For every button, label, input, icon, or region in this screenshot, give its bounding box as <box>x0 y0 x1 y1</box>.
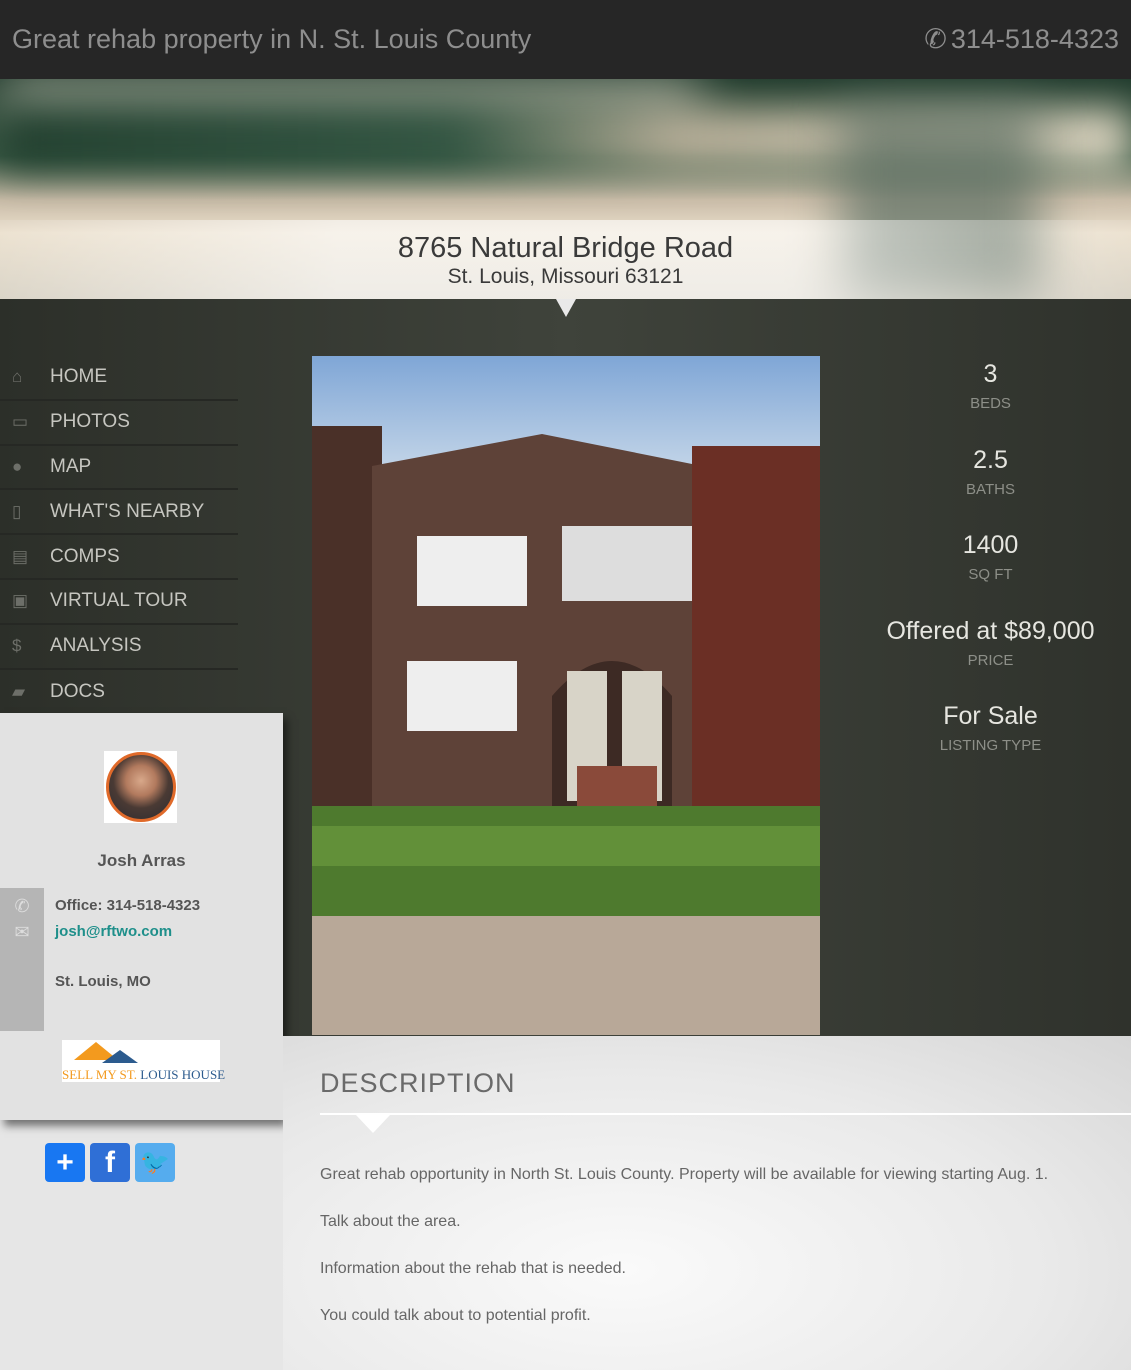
social-buttons: + f 🐦 <box>45 1143 175 1182</box>
nav-label: HOME <box>50 366 107 388</box>
stat-value: 3 <box>983 360 998 388</box>
header-phone-number: 314-518-4323 <box>950 24 1119 54</box>
description-paragraph: Talk about the area. <box>320 1213 461 1230</box>
stat-value: 1400 <box>962 531 1019 559</box>
twitter-button[interactable]: 🐦 <box>135 1143 175 1182</box>
nav-label: DOCS <box>50 680 105 702</box>
agent-email-link[interactable]: josh@rftwo.com <box>55 923 172 940</box>
nav-item-map[interactable]: ● MAP <box>0 446 238 491</box>
sidebar-nav: ⌂ HOME ▭ PHOTOS ● MAP ▯ WHAT'S NEARBY ▤ COMPS… <box>0 356 283 714</box>
stat-label: BATHS <box>966 480 1015 498</box>
nav-item-whats-nearby[interactable]: ▯ WHAT'S NEARBY <box>0 490 238 536</box>
facebook-button[interactable]: f <box>90 1143 130 1182</box>
stat-beds: 3 BEDS <box>850 356 1131 442</box>
stat-value: 2.5 <box>973 445 1008 474</box>
avatar <box>104 751 177 823</box>
divider <box>320 1113 1131 1115</box>
nav-label: WHAT'S NEARBY <box>50 500 205 522</box>
agent-office-phone[interactable]: Office: 314-518-4323 <box>55 897 200 914</box>
nav-label: VIRTUAL TOUR <box>50 590 188 612</box>
folder-open-icon: ▰ <box>12 681 26 701</box>
building-icon: ▯ <box>12 501 22 521</box>
document-icon: ▤ <box>12 546 29 566</box>
stat-value: Offered at $89,000 <box>886 616 1095 645</box>
stat-listing-type: For Sale LISTING TYPE <box>850 698 1131 784</box>
nav-label: COMPS <box>50 545 120 567</box>
agent-card: Josh Arras ✆ ✉ Office: 314-518-4323 josh@… <box>0 713 283 1120</box>
nav-item-comps[interactable]: ▤ COMPS <box>0 535 238 580</box>
stat-label: PRICE <box>967 651 1014 669</box>
facebook-icon: f <box>105 1145 115 1179</box>
video-icon: ▣ <box>12 591 29 611</box>
map-marker-icon: ● <box>12 456 23 476</box>
top-bar: Great rehab property in N. St. Louis Cou… <box>0 0 1131 79</box>
nav-item-photos[interactable]: ▭ PHOTOS <box>0 401 238 446</box>
nav-label: PHOTOS <box>50 411 130 433</box>
plus-icon: + <box>56 1145 74 1179</box>
stat-sqft: 1400 SQ FT <box>850 527 1131 613</box>
description-paragraph: Information about the rehab that is need… <box>320 1260 626 1277</box>
property-photo[interactable] <box>312 356 820 1035</box>
image-icon: ▭ <box>12 412 29 432</box>
twitter-icon: 🐦 <box>140 1149 170 1176</box>
dollar-icon: $ <box>12 636 22 656</box>
stat-baths: 2.5 BATHS <box>850 442 1131 528</box>
description-section: DESCRIPTION Great rehab opportunity in N… <box>283 1036 1131 1370</box>
description-paragraph: Great rehab opportunity in North St. Lou… <box>320 1166 1049 1183</box>
company-logo: SELL MY ST. LOUIS HOUSE <box>62 1040 225 1082</box>
agent-location: St. Louis, MO <box>55 973 151 990</box>
street-address: 8765 Natural Bridge Road <box>397 232 734 264</box>
stat-label: BEDS <box>970 395 1011 412</box>
description-paragraph: You could talk about to potential profit… <box>320 1307 591 1324</box>
hero-banner: 8765 Natural Bridge Road St. Louis, Miss… <box>0 79 1131 299</box>
nav-label: ANALYSIS <box>50 635 142 657</box>
phone-icon: ✆ <box>924 24 947 54</box>
contact-icons: ✆ ✉ <box>0 888 44 1031</box>
header-phone[interactable]: ✆ 314-518-4323 <box>924 24 1119 55</box>
nav-item-home[interactable]: ⌂ HOME <box>0 356 238 401</box>
share-button[interactable]: + <box>45 1143 85 1182</box>
stat-value: For Sale <box>943 702 1038 730</box>
home-icon: ⌂ <box>12 367 23 387</box>
stat-price: Offered at $89,000 PRICE <box>850 613 1131 699</box>
agent-name: Josh Arras <box>97 851 186 870</box>
stat-label: SQ FT <box>968 566 1013 583</box>
envelope-icon: ✉ <box>14 922 30 942</box>
stat-label: LISTING TYPE <box>939 737 1042 754</box>
city-address: St. Louis, Missouri 63121 <box>447 265 684 288</box>
phone-icon: ✆ <box>14 896 30 916</box>
address-block: 8765 Natural Bridge Road St. Louis, Miss… <box>0 220 1131 299</box>
property-stats: 3 BEDS 2.5 BATHS 1400 SQ FT Offered at $89,… <box>850 356 1131 784</box>
page-title: Great rehab property in N. St. Louis Cou… <box>12 24 532 54</box>
nav-label: MAP <box>50 455 92 477</box>
hero-notch <box>556 299 576 317</box>
nav-item-analysis[interactable]: $ ANALYSIS <box>0 625 238 670</box>
description-heading: DESCRIPTION <box>320 1068 516 1098</box>
nav-item-docs[interactable]: ▰ DOCS <box>0 670 238 715</box>
description-text: Great rehab opportunity in North St. Lou… <box>320 1163 1080 1351</box>
nav-item-virtual-tour[interactable]: ▣ VIRTUAL TOUR <box>0 580 238 625</box>
divider-notch <box>356 1115 390 1133</box>
